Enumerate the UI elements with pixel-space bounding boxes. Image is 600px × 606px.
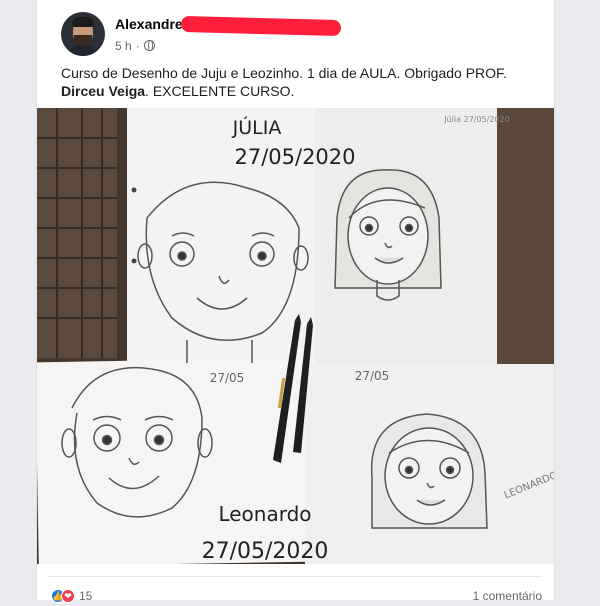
photo-bottom-right-date: 27/05: [355, 369, 390, 383]
redaction-mark: [180, 15, 342, 36]
caption-tail: . EXCELENTE CURSO.: [145, 83, 295, 99]
photo-top-date: 27/05/2020: [234, 145, 355, 169]
globe-icon[interactable]: [143, 40, 155, 51]
love-icon[interactable]: ❤: [61, 589, 75, 603]
post-photo[interactable]: JÚLIA 27/05/2020 Júlia 27/05/2020 27/05 …: [37, 108, 554, 564]
photo-corner-note: Júlia 27/05/2020: [443, 115, 509, 124]
post-card: Alexandre 5 h · Curso de Desenho de Juju…: [36, 0, 555, 603]
avatar[interactable]: [61, 12, 105, 56]
post-meta: Alexandre 5 h ·: [115, 15, 342, 53]
post-caption: Curso de Desenho de Juju e Leozinho. 1 d…: [61, 64, 541, 100]
photo-bottom-name: Leonardo: [218, 502, 311, 526]
photo-bottom-left-date: 27/05: [210, 371, 245, 385]
post-time[interactable]: 5 h: [115, 39, 132, 53]
footer-divider: [49, 576, 542, 577]
post-header: Alexandre 5 h ·: [61, 12, 342, 56]
post-footer: 👍 ❤ 15 1 comentário: [51, 586, 542, 606]
photo-top-name: JÚLIA: [232, 115, 282, 139]
caption-text: Curso de Desenho de Juju e Leozinho. 1 d…: [61, 65, 507, 81]
caption-mention[interactable]: Dirceu Veiga: [61, 83, 145, 99]
reaction-count[interactable]: 15: [79, 589, 92, 603]
author-name[interactable]: Alexandre: [115, 16, 183, 32]
comments-link[interactable]: 1 comentário: [473, 589, 542, 603]
photo-bottom-date: 27/05/2020: [202, 539, 329, 564]
